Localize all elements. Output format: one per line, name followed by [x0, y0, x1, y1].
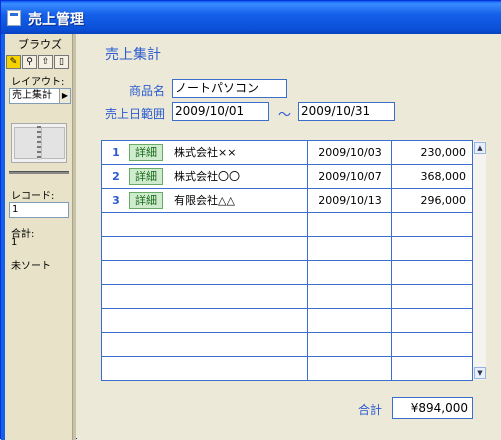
page-title: 売上集計: [105, 47, 161, 63]
sale-amount[interactable]: 296,000: [392, 189, 467, 212]
record-label: レコード:: [11, 191, 55, 202]
product-name-field[interactable]: ノートパソコン: [172, 79, 287, 98]
scroll-down-icon[interactable]: ▼: [474, 367, 486, 379]
layout-label: レイアウト:: [11, 77, 65, 88]
row-index: 3: [112, 194, 120, 207]
find-mode-icon[interactable]: ⚲: [22, 55, 37, 69]
sales-portal-table: 1 詳細 株式会社×× 2009/10/03 230,000 2 詳細 株式会社〇〇 2009/…: [101, 140, 473, 381]
sale-amount[interactable]: 368,000: [392, 165, 467, 188]
app-window: 売上管理 ブラウズ ✎ ⚲ ⇧ ▯ レイアウト: 売上集計 ▶ レコード: 1 …: [0, 0, 501, 440]
chevron-right-icon: ▶: [59, 89, 70, 103]
table-row: 2 詳細 株式会社〇〇 2009/10/07 368,000: [102, 165, 472, 189]
sort-status: 未ソート: [11, 261, 51, 272]
record-number-input[interactable]: 1: [9, 202, 69, 218]
book-right-page: [41, 127, 65, 159]
company-name[interactable]: 株式会社××: [174, 141, 304, 164]
record-book-icon[interactable]: [11, 123, 67, 163]
table-row: [102, 213, 472, 237]
table-row: [102, 237, 472, 261]
date-range-label: 売上日範囲: [105, 107, 166, 121]
book-left-page: [14, 127, 38, 159]
product-name-label: 商品名: [129, 84, 166, 98]
browse-mode-label: ブラウズ: [18, 38, 62, 51]
column-divider: [391, 141, 392, 380]
browse-mode-icon[interactable]: ✎: [6, 55, 21, 69]
table-row: [102, 333, 472, 357]
company-name[interactable]: 有限会社△△: [174, 189, 304, 212]
table-scrollbar[interactable]: ▲ ▼: [472, 141, 486, 380]
company-name[interactable]: 株式会社〇〇: [174, 165, 304, 188]
detail-button[interactable]: 詳細: [129, 192, 163, 209]
detail-button[interactable]: 詳細: [129, 168, 163, 185]
column-divider: [307, 141, 308, 380]
date-to-field[interactable]: 2009/10/31: [298, 102, 395, 121]
range-separator: ～: [278, 108, 292, 123]
sale-amount[interactable]: 230,000: [392, 141, 467, 164]
sidebar-divider[interactable]: [73, 34, 76, 440]
preview-mode-icon[interactable]: ▯: [54, 55, 69, 69]
scroll-up-icon[interactable]: ▲: [474, 142, 486, 154]
mode-tabs: ✎ ⚲ ⇧ ▯: [6, 55, 70, 69]
sale-date[interactable]: 2009/10/13: [308, 189, 392, 212]
table-row: [102, 261, 472, 285]
layout-mode-icon[interactable]: ⇧: [38, 55, 53, 69]
found-total-value: 1: [11, 237, 18, 248]
row-index: 2: [112, 170, 120, 183]
grand-total-field: ¥894,000: [392, 397, 473, 419]
record-slider[interactable]: [9, 171, 69, 174]
row-index: 1: [112, 146, 120, 159]
layout-select-value: 売上集計: [12, 90, 52, 101]
grand-total-label: 合計: [358, 403, 383, 417]
table-row: [102, 285, 472, 309]
layout-select[interactable]: 売上集計 ▶: [9, 88, 71, 104]
table-row: [102, 357, 472, 381]
sale-date[interactable]: 2009/10/03: [308, 141, 392, 164]
book-spine: [37, 126, 41, 160]
table-row: 3 詳細 有限会社△△ 2009/10/13 296,000: [102, 189, 472, 213]
sale-date[interactable]: 2009/10/07: [308, 165, 392, 188]
table-row: 1 詳細 株式会社×× 2009/10/03 230,000: [102, 141, 472, 165]
title-bar[interactable]: 売上管理: [1, 1, 501, 34]
detail-button[interactable]: 詳細: [129, 144, 163, 161]
app-icon: [7, 10, 21, 26]
window-title: 売上管理: [28, 12, 84, 28]
date-from-field[interactable]: 2009/10/01: [172, 102, 269, 121]
table-row: [102, 309, 472, 333]
